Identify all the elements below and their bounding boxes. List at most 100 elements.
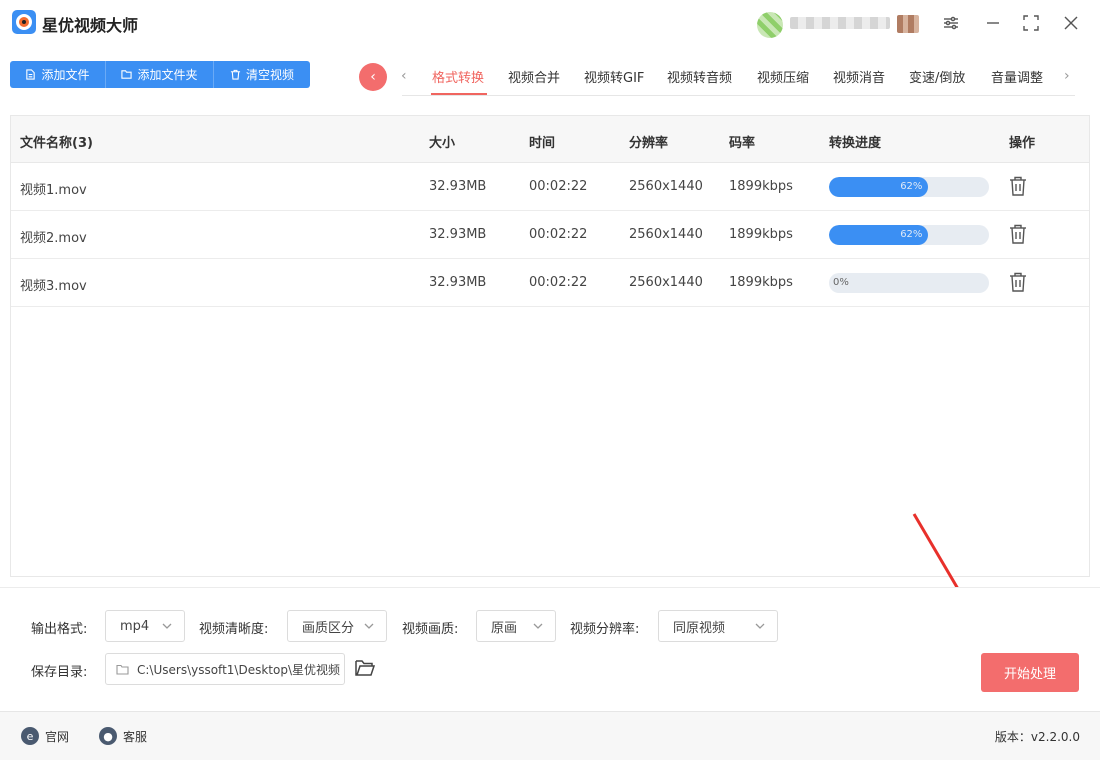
chevron-left-icon: ‹ (370, 69, 376, 85)
browser-icon: e (21, 727, 39, 745)
header-resolution: 分辨率 (629, 136, 669, 151)
folder-icon (116, 664, 129, 675)
chevron-down-icon (755, 623, 765, 629)
cell-resolution: 2560x1440 (629, 227, 703, 242)
maximize-icon[interactable] (1020, 12, 1042, 34)
close-icon[interactable] (1060, 12, 1082, 34)
save-dir-label: 保存目录: (31, 665, 88, 680)
sliders-icon[interactable] (940, 12, 962, 34)
cell-filename: 视频1.mov (20, 183, 87, 198)
cell-bitrate: 1899kbps (729, 179, 793, 194)
save-path-field[interactable]: C:\Users\yssoft1\Desktop\星优视频 (105, 653, 345, 685)
chat-icon: ● (99, 727, 117, 745)
tab-video-compress[interactable]: 视频压缩 (757, 67, 809, 86)
add-file-label: 添加文件 (41, 68, 90, 82)
cell-bitrate: 1899kbps (729, 227, 793, 242)
cell-filename: 视频3.mov (20, 279, 87, 294)
tab-strip (402, 60, 1075, 96)
clear-videos-button[interactable]: 清空视频 (214, 61, 310, 88)
header-size: 大小 (429, 136, 456, 151)
resolution-select[interactable]: 同原视频 (658, 610, 778, 642)
header-time: 时间 (529, 136, 556, 151)
user-avatar[interactable] (757, 12, 783, 38)
save-path-value: C:\Users\yssoft1\Desktop\星优视频 (137, 662, 340, 677)
cell-resolution: 2560x1440 (629, 275, 703, 290)
header-filename: 文件名称(3) (20, 136, 93, 151)
delete-row-icon[interactable] (1009, 176, 1027, 196)
cell-time: 00:02:22 (529, 275, 588, 290)
cell-time: 00:02:22 (529, 227, 588, 242)
cell-filename: 视频2.mov (20, 231, 87, 246)
cell-time: 00:02:22 (529, 179, 588, 194)
clear-videos-label: 清空视频 (245, 68, 294, 82)
quality-select[interactable]: 原画 (476, 610, 556, 642)
tab-format-convert[interactable]: 格式转换 (432, 67, 484, 86)
tab-scroll-right-icon[interactable]: › (1064, 68, 1070, 84)
tab-video-mute[interactable]: 视频消音 (833, 67, 885, 86)
open-folder-icon[interactable] (354, 658, 376, 678)
add-file-icon (26, 69, 36, 80)
progress-bar: 62% (829, 177, 989, 197)
progress-bar: 62% (829, 225, 989, 245)
add-file-button[interactable]: 添加文件 (10, 61, 106, 88)
clarity-label: 视频清晰度: (199, 622, 269, 637)
progress-label: 62% (900, 181, 923, 192)
user-name-blurred[interactable] (790, 17, 890, 29)
tab-speed-reverse[interactable]: 变速/倒放 (909, 67, 965, 86)
header-bitrate: 码率 (729, 136, 756, 151)
title-bar: 星优视频大师 (0, 0, 1100, 48)
tab-video-to-gif[interactable]: 视频转GIF (584, 67, 644, 86)
cell-size: 32.93MB (429, 179, 487, 194)
header-progress: 转换进度 (829, 136, 882, 151)
table-row[interactable]: 视频2.mov 32.93MB 00:02:22 2560x1440 1899k… (11, 211, 1089, 259)
format-value: mp4 (120, 618, 150, 634)
chevron-down-icon (162, 623, 172, 629)
format-select[interactable]: mp4 (105, 610, 185, 642)
status-bar: e 官网 ● 客服 版本：v2.2.0.0 (0, 711, 1100, 760)
minimize-icon[interactable] (982, 12, 1004, 34)
tab-video-merge[interactable]: 视频合并 (508, 67, 560, 86)
version-label: 版本：v2.2.0.0 (994, 730, 1080, 744)
header-actions: 操作 (1009, 136, 1036, 151)
delete-row-icon[interactable] (1009, 272, 1027, 292)
tab-video-to-audio[interactable]: 视频转音频 (667, 67, 732, 86)
chevron-down-icon (364, 623, 374, 629)
delete-row-icon[interactable] (1009, 224, 1027, 244)
table-header: 文件名称(3) 大小 时间 分辨率 码率 转换进度 操作 (11, 116, 1089, 163)
add-folder-button[interactable]: 添加文件夹 (106, 61, 214, 88)
resolution-label: 视频分辨率: (570, 622, 640, 637)
app-title: 星优视频大师 (42, 16, 139, 35)
cell-size: 32.93MB (429, 227, 487, 242)
website-label: 官网 (45, 729, 70, 744)
table-row[interactable]: 视频1.mov 32.93MB 00:02:22 2560x1440 1899k… (11, 163, 1089, 211)
start-processing-button[interactable]: 开始处理 (981, 653, 1079, 692)
quality-label: 视频画质: (402, 622, 459, 637)
app-logo-icon (12, 10, 36, 34)
format-label: 输出格式: (31, 622, 88, 637)
trash-icon (230, 69, 241, 80)
user-badge-blurred (897, 15, 919, 33)
cell-bitrate: 1899kbps (729, 275, 793, 290)
resolution-value: 同原视频 (673, 620, 726, 636)
add-folder-label: 添加文件夹 (137, 68, 198, 82)
tab-volume-adjust[interactable]: 音量调整 (991, 67, 1043, 86)
cell-resolution: 2560x1440 (629, 179, 703, 194)
chevron-down-icon (533, 623, 543, 629)
customer-service-link[interactable]: ● 客服 (99, 727, 147, 745)
output-settings: 输出格式: mp4 视频清晰度: 画质区分 视频画质: 原画 视频分辨率: 同原… (0, 587, 1100, 711)
progress-label: 62% (900, 229, 923, 240)
website-link[interactable]: e 官网 (21, 727, 69, 745)
customer-service-label: 客服 (123, 729, 148, 744)
file-actions: 添加文件 添加文件夹 清空视频 (10, 61, 310, 88)
back-button[interactable]: ‹ (359, 63, 387, 91)
clarity-select[interactable]: 画质区分 (287, 610, 387, 642)
progress-bar: 0% (829, 273, 989, 293)
tab-scroll-left-icon[interactable]: ‹ (401, 68, 407, 84)
progress-label: 0% (833, 277, 849, 288)
file-table: 文件名称(3) 大小 时间 分辨率 码率 转换进度 操作 视频1.mov 32.… (10, 115, 1090, 577)
quality-value: 原画 (491, 620, 518, 636)
cell-size: 32.93MB (429, 275, 487, 290)
active-tab-indicator (431, 93, 487, 95)
table-row[interactable]: 视频3.mov 32.93MB 00:02:22 2560x1440 1899k… (11, 259, 1089, 307)
add-folder-icon (121, 70, 133, 79)
